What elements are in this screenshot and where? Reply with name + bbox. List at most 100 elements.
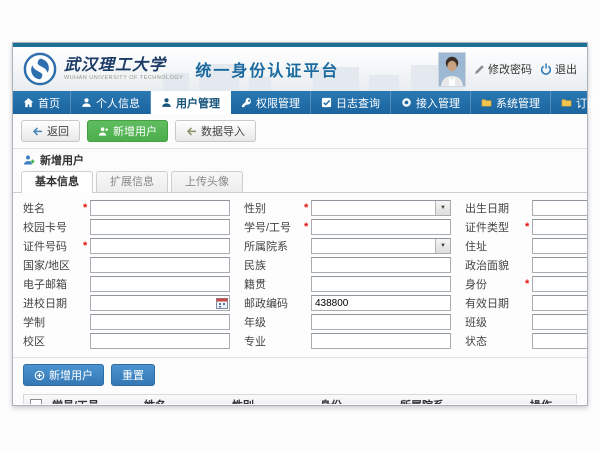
home-icon bbox=[23, 97, 34, 108]
users-table-header: 学号/工号 姓名 性别 身份 所属院系 操作 bbox=[24, 395, 576, 404]
ethnicity-input[interactable] bbox=[311, 257, 451, 273]
back-button[interactable]: 返回 bbox=[21, 120, 80, 142]
form-field-school-length: 学制 bbox=[23, 314, 230, 330]
platform-title: 统一身份认证平台 bbox=[195, 57, 339, 81]
column-header-department: 所属院系 bbox=[396, 397, 526, 405]
field-label-text: 证件类型 bbox=[465, 222, 509, 234]
nav-item-system-management[interactable]: 系统管理 bbox=[471, 91, 551, 114]
add-user-submit-button[interactable]: 新增用户 bbox=[23, 364, 104, 386]
logout-link[interactable]: 退出 bbox=[540, 61, 577, 77]
power-icon bbox=[540, 63, 552, 75]
field-label: 有效日期 bbox=[465, 295, 523, 311]
identity-input[interactable] bbox=[532, 276, 587, 292]
class-input[interactable] bbox=[532, 314, 587, 330]
major-input[interactable] bbox=[311, 333, 451, 349]
required-star: * bbox=[304, 202, 311, 214]
department-select[interactable]: ▼ bbox=[311, 238, 451, 254]
reset-button[interactable]: 重置 bbox=[111, 364, 155, 386]
field-label-text: 所属院系 bbox=[244, 241, 288, 253]
tab-upload-avatar[interactable]: 上传头像 bbox=[171, 171, 243, 192]
field-label: 学号/工号 bbox=[244, 219, 302, 235]
select-all-checkbox[interactable] bbox=[30, 399, 42, 405]
folder-icon bbox=[481, 97, 492, 108]
users-table: 学号/工号 姓名 性别 身份 所属院系 操作 bbox=[23, 394, 577, 404]
tab-extended-info[interactable]: 扩展信息 bbox=[96, 171, 168, 192]
status-input[interactable] bbox=[532, 333, 587, 349]
required-star: * bbox=[525, 278, 532, 290]
required-star: * bbox=[83, 240, 90, 252]
plus-circle-icon bbox=[34, 370, 45, 381]
form-field-name: 姓名* bbox=[23, 200, 230, 216]
name-input[interactable] bbox=[90, 200, 230, 216]
form-field-major: 专业 bbox=[244, 333, 451, 349]
field-label: 专业 bbox=[244, 333, 302, 349]
id-type-input[interactable] bbox=[532, 219, 587, 235]
country-input[interactable] bbox=[90, 257, 230, 273]
field-label-text: 政治面貌 bbox=[465, 260, 509, 272]
grade-input[interactable] bbox=[311, 314, 451, 330]
field-label: 民族 bbox=[244, 257, 302, 273]
select-value bbox=[312, 239, 435, 253]
valid-date-input[interactable] bbox=[532, 295, 587, 311]
form-field-native-place: 籍贯 bbox=[244, 276, 451, 292]
add-user-toolbar-label: 新增用户 bbox=[113, 123, 157, 139]
nav-item-home[interactable]: 首页 bbox=[13, 91, 71, 114]
form-field-id-number: 证件号码* bbox=[23, 238, 230, 254]
calendar-icon[interactable] bbox=[216, 297, 228, 309]
form-field-identity: 身份 * bbox=[465, 276, 587, 292]
nav-item-user-management[interactable]: 用户管理 bbox=[151, 91, 231, 114]
form-field-grade: 年级 bbox=[244, 314, 451, 330]
tab-bar: 基本信息 扩展信息 上传头像 bbox=[13, 171, 587, 193]
add-user-toolbar-button[interactable]: 新增用户 bbox=[87, 120, 168, 142]
nav-item-permission-management[interactable]: 权限管理 bbox=[231, 91, 311, 114]
student-id-input[interactable] bbox=[311, 219, 451, 235]
form-field-gender: 性别* ▼ bbox=[244, 200, 451, 216]
data-import-button[interactable]: 数据导入 bbox=[175, 120, 256, 142]
field-label: 身份 bbox=[465, 276, 523, 292]
gender-select[interactable]: ▼ bbox=[311, 200, 451, 216]
school-length-input[interactable] bbox=[90, 314, 230, 330]
field-label: 住址 bbox=[465, 238, 523, 254]
field-label-text: 邮政编码 bbox=[244, 298, 288, 310]
field-label-text: 出生日期 bbox=[465, 203, 509, 215]
key-icon bbox=[241, 97, 252, 108]
field-label: 所属院系 bbox=[244, 238, 302, 254]
tab-basic-info[interactable]: 基本信息 bbox=[21, 171, 93, 193]
nav-item-log-query[interactable]: 日志查询 bbox=[311, 91, 391, 114]
form-field-valid-date: 有效日期 bbox=[465, 295, 587, 311]
field-label: 出生日期 bbox=[465, 200, 523, 216]
form-field-status: 状态 bbox=[465, 333, 587, 349]
field-label-text: 身份 bbox=[465, 279, 487, 291]
add-user-submit-label: 新增用户 bbox=[49, 367, 93, 383]
campus-input[interactable] bbox=[90, 333, 230, 349]
section-title-row: 新增用户 bbox=[13, 149, 587, 171]
id-number-input[interactable] bbox=[90, 238, 230, 254]
nav-label: 权限管理 bbox=[256, 95, 300, 111]
app-header: 武汉理工大学 WUHAN UNIVERSITY OF TECHNOLOGY 统一… bbox=[13, 47, 587, 91]
nav-item-subscription-management[interactable]: 订阅管理 bbox=[551, 91, 600, 114]
address-input[interactable] bbox=[532, 238, 587, 254]
change-password-link[interactable]: 修改密码 bbox=[474, 61, 532, 77]
postal-code-input[interactable] bbox=[311, 295, 451, 311]
field-label-text: 班级 bbox=[465, 317, 487, 329]
nav-item-personal-info[interactable]: 个人信息 bbox=[71, 91, 151, 114]
back-button-label: 返回 bbox=[47, 123, 69, 139]
email-input[interactable] bbox=[90, 276, 230, 292]
birthdate-input[interactable] bbox=[532, 200, 587, 216]
political-status-input[interactable] bbox=[532, 257, 587, 273]
content-area: 返回 新增用户 数据导入 新增用户 基本信息 扩展信息 上传头像 bbox=[13, 114, 587, 404]
nav-label: 首页 bbox=[38, 95, 60, 111]
date-field bbox=[532, 200, 587, 216]
university-logo bbox=[23, 52, 57, 86]
field-label: 邮政编码 bbox=[244, 295, 302, 311]
nav-label: 日志查询 bbox=[336, 95, 380, 111]
field-label-text: 进校日期 bbox=[23, 298, 67, 310]
native-place-input[interactable] bbox=[311, 276, 451, 292]
campus-card-input[interactable] bbox=[90, 219, 230, 235]
field-label: 校区 bbox=[23, 333, 81, 349]
entry-date-input[interactable] bbox=[90, 295, 230, 311]
required-star: * bbox=[525, 221, 532, 233]
nav-item-access-management[interactable]: 接入管理 bbox=[391, 91, 471, 114]
reset-label: 重置 bbox=[122, 367, 144, 383]
change-password-label: 修改密码 bbox=[488, 61, 532, 77]
